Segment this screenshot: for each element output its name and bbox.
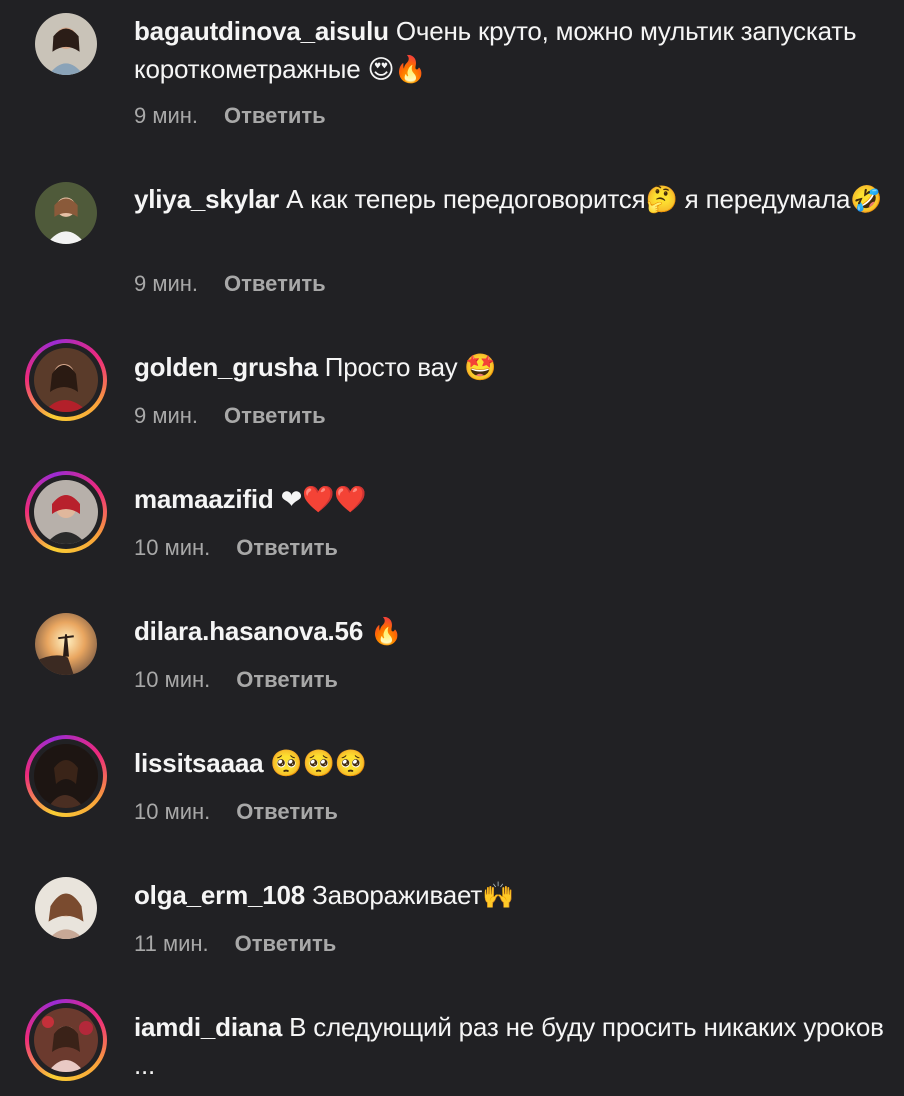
avatar[interactable]: [25, 172, 107, 254]
comment-meta: 10 мин. Ответить: [134, 665, 338, 695]
comment-username[interactable]: bagautdinova_aisulu: [134, 16, 389, 46]
avatar-image: [35, 877, 97, 939]
reply-button[interactable]: Ответить: [236, 667, 338, 692]
avatar-image: [35, 13, 97, 75]
comment-body: 🥺🥺🥺: [270, 748, 367, 778]
comment-meta: 9 мин. Ответить: [134, 401, 326, 431]
avatar-image: [35, 613, 97, 675]
comment-time: 9 мин.: [134, 271, 199, 296]
comment-username[interactable]: mamaazifid: [134, 484, 274, 514]
avatar[interactable]: [25, 603, 107, 685]
avatar-image: [34, 348, 98, 412]
avatar-image: [34, 480, 98, 544]
comment-text: olga_erm_108 Завораживает🙌: [134, 876, 894, 914]
comment-time: 10 мин.: [134, 799, 211, 824]
comment-meta: 9 мин. Ответить: [134, 101, 326, 131]
reply-button[interactable]: Ответить: [236, 799, 338, 824]
avatar-image: [34, 744, 98, 808]
comment-time: 11 мин.: [134, 931, 209, 956]
comment-text: iamdi_diana В следующий раз не буду прос…: [134, 1008, 894, 1084]
avatar[interactable]: [25, 999, 107, 1081]
comment-meta: 10 мин. Ответить: [134, 797, 338, 827]
comment-body: Просто вау 🤩: [324, 352, 497, 382]
comment-body: 🔥: [370, 616, 403, 646]
comment-meta: 10 мин. Ответить: [134, 533, 338, 563]
comment-username[interactable]: lissitsaaaa: [134, 748, 264, 778]
comment-username[interactable]: olga_erm_108: [134, 880, 305, 910]
avatar[interactable]: [25, 3, 107, 85]
comment-time: 10 мин.: [134, 667, 211, 692]
avatar[interactable]: [25, 867, 107, 949]
avatar[interactable]: [25, 735, 107, 817]
avatar-image: [34, 1008, 98, 1072]
comment-text: yliya_skylar А как теперь передоговоритс…: [134, 180, 894, 218]
comment-text: golden_grusha Просто вау 🤩: [134, 348, 894, 386]
comment-time: 9 мин.: [134, 103, 199, 128]
comment-username[interactable]: yliya_skylar: [134, 184, 279, 214]
comment-time: 9 мин.: [134, 403, 199, 428]
comment-text: lissitsaaaa 🥺🥺🥺: [134, 744, 894, 782]
comment-text: mamaazifid ❤❤️❤️: [134, 480, 894, 518]
comment-time: 10 мин.: [134, 535, 211, 560]
reply-button[interactable]: Ответить: [235, 931, 337, 956]
comment-body: Завораживает🙌: [312, 880, 515, 910]
reply-button[interactable]: Ответить: [224, 271, 326, 296]
reply-button[interactable]: Ответить: [224, 103, 326, 128]
comment-meta: 11 мин. Ответить: [134, 929, 336, 959]
comment-body: ❤❤️❤️: [280, 484, 367, 514]
comment-username[interactable]: golden_grusha: [134, 352, 318, 382]
avatar[interactable]: [25, 339, 107, 421]
comment-username[interactable]: iamdi_diana: [134, 1012, 282, 1042]
avatar[interactable]: [25, 471, 107, 553]
avatar-image: [35, 182, 97, 244]
reply-button[interactable]: Ответить: [236, 535, 338, 560]
reply-button[interactable]: Ответить: [224, 403, 326, 428]
comment-meta: 9 мин. Ответить: [134, 269, 326, 299]
comment-text: bagautdinova_aisulu Очень круто, можно м…: [134, 12, 894, 88]
comment-text: dilara.hasanova.56 🔥: [134, 612, 894, 650]
comment-body: А как теперь передоговорится🤔 я передума…: [286, 184, 883, 214]
comment-username[interactable]: dilara.hasanova.56: [134, 616, 363, 646]
